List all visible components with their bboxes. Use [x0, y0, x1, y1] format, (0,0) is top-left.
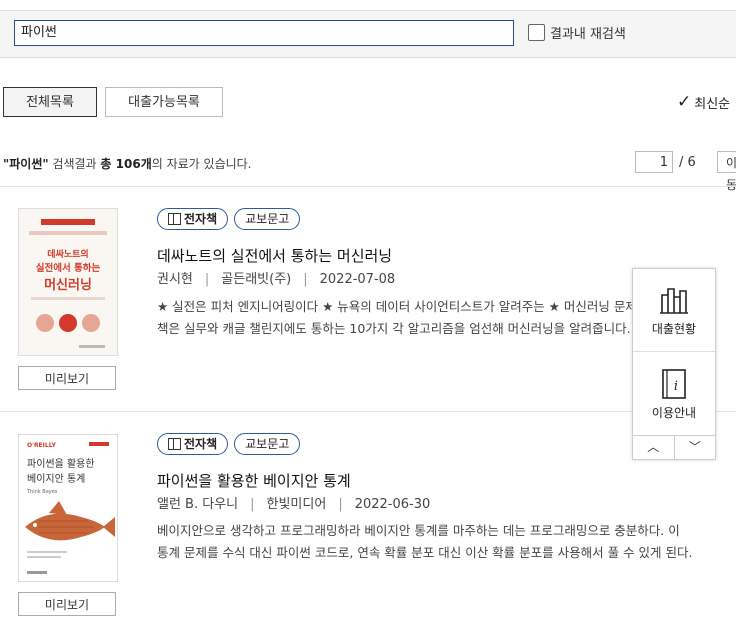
book-date: 2022-07-08	[319, 272, 396, 287]
cover-title-3: 머신러닝	[44, 277, 92, 293]
book-cover[interactable]: 데싸노트의 실전에서 통하는 머신러닝	[18, 208, 118, 356]
divider	[0, 186, 736, 187]
ebook-icon	[168, 438, 181, 450]
cover-author: Think Bayes	[26, 489, 58, 495]
preview-button[interactable]: 미리보기	[18, 366, 116, 390]
result-summary: "파이썬" 검색결과 총 106개의 자료가 있습니다.	[3, 155, 252, 172]
cover-title-2: 베이지안 통계	[27, 473, 85, 485]
tab-all-list[interactable]: 전체목록	[3, 87, 97, 117]
research-option[interactable]: 결과내 재검색	[528, 23, 626, 42]
book-cover[interactable]: O'REILLY 파이썬을 활용한 베이지안 통계 Think Bayes	[18, 434, 118, 582]
page-input[interactable]: 1	[635, 151, 673, 173]
page-total: / 6	[679, 154, 696, 170]
divider	[0, 411, 736, 412]
page-go-button[interactable]: 이동	[717, 151, 736, 192]
book-meta: 권시현 | 골든래빗(주) | 2022-07-08	[157, 272, 396, 287]
summary-text-mid: 검색결과	[48, 157, 101, 171]
book-meta: 앨런 B. 다우니 | 한빛미디어 | 2022-06-30	[157, 497, 431, 512]
loan-status-label: 대출현황	[651, 322, 697, 336]
sort-label: 최신순	[694, 96, 731, 112]
guide-label: 이용안내	[651, 406, 697, 420]
scroll-up-button[interactable]: ︿	[633, 436, 674, 460]
book-title[interactable]: 파이썬을 활용한 베이지안 통계	[157, 470, 351, 491]
floating-panel: 대출현황 i 이용안내 ︿ ﹀	[632, 268, 716, 460]
vendor-badge: 교보문고	[234, 208, 301, 230]
book-badges: 전자책 교보문고	[157, 433, 301, 455]
info-book-icon: i	[662, 369, 686, 399]
panel-scroll-controls: ︿ ﹀	[633, 435, 715, 460]
desc-line-1: 베이지안으로 생각하고 프로그래밍하라 베이지안 통계를 마주하는 데는 프로그…	[157, 523, 680, 538]
book-badges: 전자책 교보문고	[157, 208, 301, 230]
svg-text:i: i	[674, 379, 678, 394]
book-title[interactable]: 데싸노트의 실전에서 통하는 머신러닝	[157, 245, 392, 266]
bookshelf-icon	[660, 288, 688, 314]
ebook-label: 전자책	[184, 212, 218, 226]
vendor-badge: 교보문고	[234, 433, 301, 455]
summary-query: "파이썬"	[3, 157, 49, 171]
book-publisher: 한빛미디어	[266, 497, 327, 512]
cover-title-1: 파이썬을 활용한	[27, 457, 95, 470]
summary-text-end: 의 자료가 있습니다.	[151, 157, 252, 171]
search-bar: 파이썬 결과내 재검색	[0, 10, 736, 58]
ebook-label: 전자책	[184, 437, 218, 451]
book-description: 베이지안으로 생각하고 프로그래밍하라 베이지안 통계를 마주하는 데는 프로그…	[157, 520, 736, 564]
preview-button[interactable]: 미리보기	[18, 592, 116, 616]
ebook-icon	[168, 213, 181, 225]
book-publisher: 골든래빗(주)	[221, 272, 292, 287]
desc-line-2: 통계 문제를 수식 대신 파이썬 코드로, 연속 확률 분포 대신 이산 확률 …	[157, 545, 693, 560]
sort-option[interactable]: ✓ 최신순	[677, 92, 730, 112]
check-icon: ✓	[677, 92, 692, 112]
guide-button[interactable]: i 이용안내	[633, 367, 715, 421]
ebook-badge: 전자책	[157, 208, 229, 230]
pager: 1 / 6 이동	[635, 151, 736, 192]
tab-available-list[interactable]: 대출가능목록	[105, 87, 223, 117]
cover-title-1: 데싸노트의	[47, 248, 88, 260]
chevron-up-icon: ︿	[647, 440, 660, 454]
search-input[interactable]: 파이썬	[14, 20, 514, 46]
cover-title-2: 실전에서 통하는	[36, 262, 101, 274]
book-date: 2022-06-30	[354, 497, 431, 512]
summary-total: 총 106개	[100, 157, 152, 171]
chevron-down-icon: ﹀	[688, 440, 701, 454]
research-label: 결과내 재검색	[550, 27, 626, 42]
ebook-badge: 전자책	[157, 433, 229, 455]
scroll-down-button[interactable]: ﹀	[673, 436, 716, 460]
book-author: 앨런 B. 다우니	[157, 497, 239, 512]
cover-publisher: O'REILLY	[27, 442, 57, 449]
loan-status-button[interactable]: 대출현황	[633, 285, 715, 337]
research-checkbox[interactable]	[528, 24, 545, 41]
panel-divider	[633, 351, 715, 352]
book-author: 권시현	[157, 272, 193, 287]
